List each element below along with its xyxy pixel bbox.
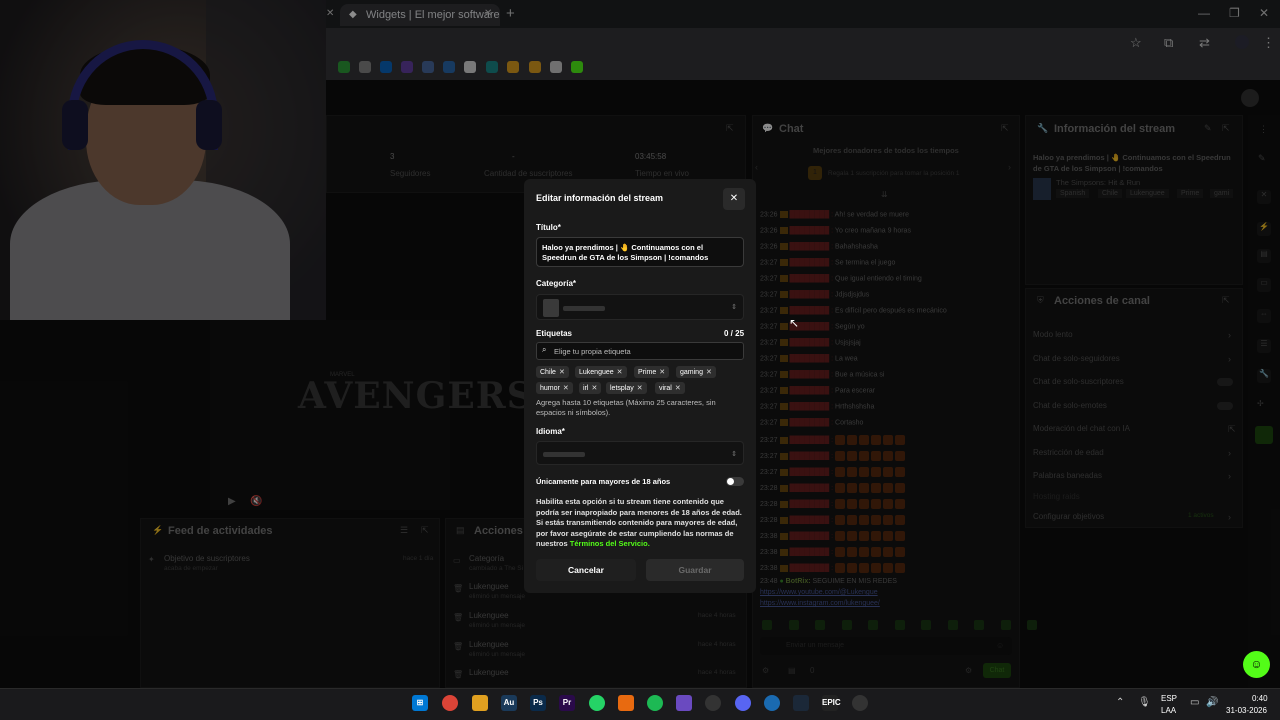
tag-chip-label: Lukenguee: [579, 369, 614, 376]
app-icon[interactable]: [676, 695, 692, 711]
app-icon[interactable]: [852, 695, 868, 711]
age-restriction-label: Únicamente para mayores de 18 años: [536, 477, 671, 486]
windows-taskbar: [0, 688, 1280, 720]
app-icon[interactable]: [764, 695, 780, 711]
category-thumbnail: [543, 299, 559, 317]
remove-tag-icon[interactable]: ✕: [559, 369, 565, 376]
steam-icon[interactable]: [793, 695, 809, 711]
toggle-knob: [727, 478, 734, 485]
remove-tag-icon[interactable]: ✕: [706, 369, 712, 376]
epic-games-icon[interactable]: EPIC: [822, 695, 841, 711]
cancel-button[interactable]: Cancelar: [536, 559, 636, 581]
file-explorer-icon[interactable]: [472, 695, 488, 711]
tag-chip-label: irl: [583, 385, 589, 392]
edit-stream-modal: Editar información del stream ✕ Título* …: [524, 179, 756, 593]
premiere-icon[interactable]: Pr: [559, 695, 575, 711]
microphone-icon[interactable]: 🎙: [1138, 697, 1151, 708]
floating-chat-button[interactable]: ☺: [1243, 651, 1270, 678]
tag-chip-label: letsplay: [610, 385, 634, 392]
close-icon[interactable]: ✕: [723, 188, 745, 210]
tag-chip-label: Chile: [540, 369, 556, 376]
audition-icon[interactable]: Au: [501, 695, 517, 711]
remove-tag-icon[interactable]: ✕: [637, 385, 643, 392]
tag-chip[interactable]: viral ✕: [655, 382, 685, 394]
language-label: Idioma*: [536, 427, 565, 436]
tag-chip-label: humor: [540, 385, 560, 392]
tags-label: Etiquetas: [536, 329, 573, 338]
category-placeholder-bar: [563, 306, 605, 311]
tag-chip[interactable]: irl ✕: [579, 382, 602, 394]
category-select[interactable]: ⇕: [536, 294, 744, 320]
tag-chip[interactable]: Chile ✕: [536, 366, 569, 378]
tray-language[interactable]: ESP: [1161, 694, 1177, 703]
category-label: Categoría*: [536, 279, 577, 288]
tag-chip-label: viral: [659, 385, 672, 392]
clock-time[interactable]: 0:40: [1252, 694, 1268, 703]
tag-chip[interactable]: humor ✕: [536, 382, 573, 394]
age-restriction-description: Habilita esta opción si tu stream tiene …: [536, 497, 744, 550]
title-field[interactable]: Haloo ya prendimos | 🤚 Continuamos con e…: [536, 237, 744, 267]
tag-chip[interactable]: gaming ✕: [676, 366, 716, 378]
title-label: Título*: [536, 223, 561, 232]
clock-date[interactable]: 31-03-2026: [1226, 706, 1267, 715]
photoshop-icon[interactable]: Ps: [530, 695, 546, 711]
tag-search-input[interactable]: [536, 342, 744, 360]
tags-count: 0 / 25: [724, 329, 745, 338]
discord-icon[interactable]: [735, 695, 751, 711]
language-select[interactable]: ⇕: [536, 441, 744, 465]
terms-of-service-link[interactable]: Términos del Servicio.: [570, 539, 650, 548]
tag-chip-label: Prime: [638, 369, 657, 376]
remove-tag-icon[interactable]: ✕: [675, 385, 681, 392]
tray-chevron-up-icon[interactable]: ⌃: [1116, 697, 1124, 708]
remove-tag-icon[interactable]: ✕: [617, 369, 623, 376]
vlc-icon[interactable]: [618, 695, 634, 711]
save-button[interactable]: Guardar: [646, 559, 744, 581]
chrome-icon[interactable]: [442, 695, 458, 711]
language-placeholder-bar: [543, 452, 585, 457]
tag-chip[interactable]: Lukenguee ✕: [575, 366, 627, 378]
search-icon: ⌕: [542, 345, 547, 354]
tags-help-text: Agrega hasta 10 etiquetas (Máximo 25 car…: [536, 398, 716, 417]
spotify-icon[interactable]: [647, 695, 663, 711]
select-arrows-icon: ⇕: [731, 304, 737, 311]
select-arrows-icon: ⇕: [731, 451, 737, 458]
mouse-cursor-icon: ↖: [789, 316, 800, 330]
remove-tag-icon[interactable]: ✕: [563, 385, 569, 392]
whatsapp-icon[interactable]: [589, 695, 605, 711]
remove-tag-icon[interactable]: ✕: [659, 369, 665, 376]
modal-title: Editar información del stream: [536, 193, 664, 203]
network-icon[interactable]: ▭: [1190, 697, 1199, 708]
tag-chip[interactable]: Prime ✕: [634, 366, 670, 378]
obs-icon[interactable]: [705, 695, 721, 711]
remove-tag-icon[interactable]: ✕: [591, 385, 597, 392]
tag-chip[interactable]: letsplay ✕: [606, 382, 647, 394]
volume-icon[interactable]: 🔊: [1206, 697, 1218, 708]
tray-layout[interactable]: LAA: [1161, 706, 1176, 715]
tag-chip-label: gaming: [680, 369, 703, 376]
windows-start-icon[interactable]: ⊞: [412, 695, 428, 711]
age-restriction-toggle[interactable]: [726, 477, 744, 486]
